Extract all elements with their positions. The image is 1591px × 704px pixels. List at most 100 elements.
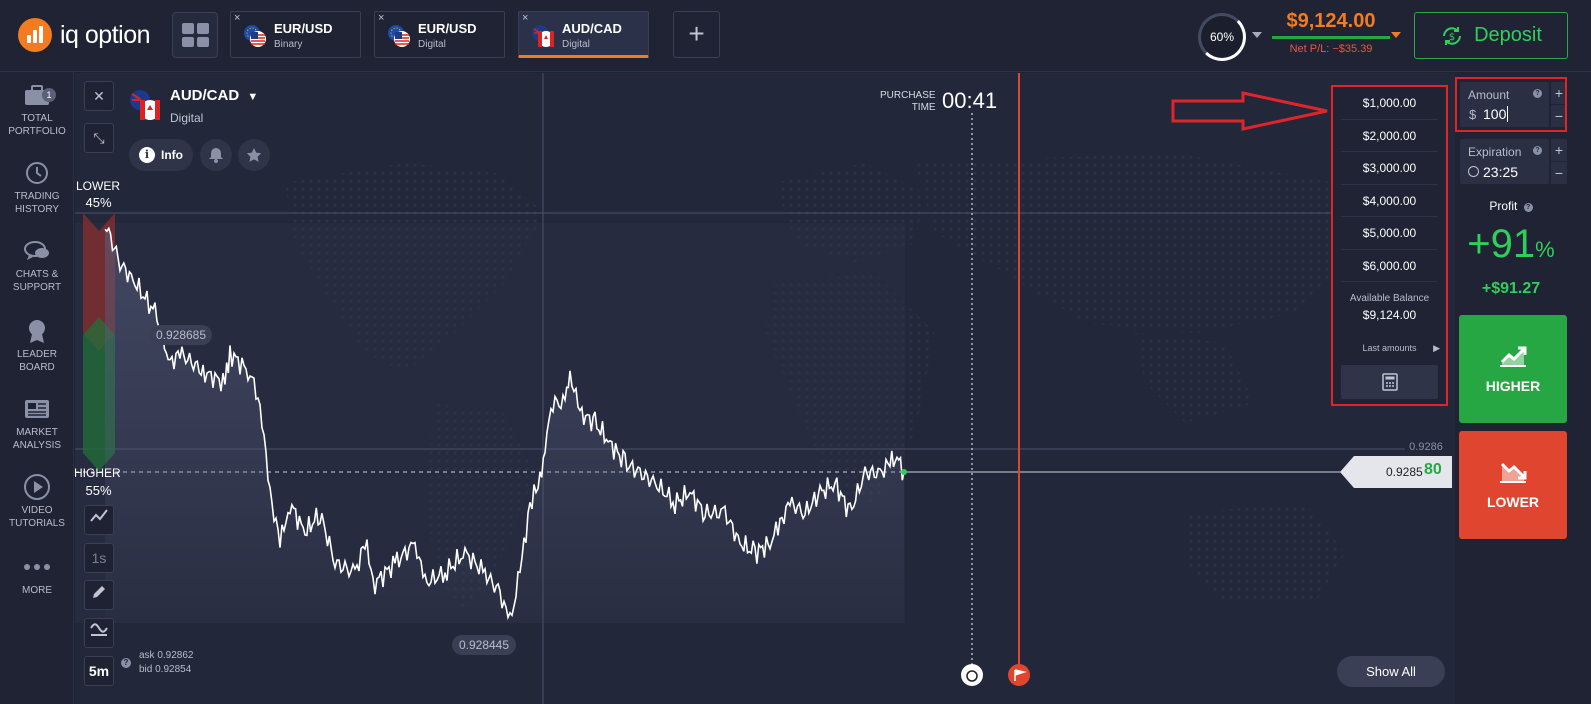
logo-icon — [18, 18, 52, 52]
stopwatch-icon[interactable] — [961, 664, 983, 686]
price-main: 0.9285 — [1386, 465, 1423, 479]
sidebar-item-leaderboard[interactable]: LEADER BOARD — [0, 316, 74, 374]
timeframe-5m[interactable]: 5m — [84, 656, 114, 686]
close-icon[interactable]: × — [378, 12, 384, 24]
logo[interactable]: iq option — [18, 18, 151, 52]
balance-widget[interactable]: $9,124.00 Net P/L: −$35.39 — [1272, 10, 1390, 55]
lower-label: LOWER — [76, 179, 121, 193]
indicators-button[interactable] — [84, 618, 114, 648]
eu-us-flag-icon — [244, 25, 266, 47]
help-icon[interactable]: ? — [121, 658, 131, 668]
chart-type-button[interactable] — [84, 505, 114, 535]
help-icon[interactable]: ? — [1533, 146, 1542, 155]
percent-indicator[interactable]: 60% — [1198, 13, 1246, 61]
dots-icon — [0, 552, 74, 582]
balance-bar — [1272, 36, 1390, 39]
available-balance: Available Balance $9,124.00 — [1333, 293, 1446, 322]
chevron-down-icon[interactable] — [1252, 32, 1262, 38]
amount-option[interactable]: $6,000.00 — [1341, 250, 1438, 282]
expiration-field[interactable]: Expiration ? 23:25 — [1460, 139, 1549, 184]
svg-text:$: $ — [1449, 32, 1455, 43]
sidebar-label: TUTORIALS — [9, 518, 65, 529]
expiration-value: 23:25 — [1483, 164, 1519, 180]
calculator-button[interactable] — [1341, 365, 1438, 399]
last-amounts-link[interactable]: Last amounts ▶ — [1333, 343, 1446, 353]
higher-label: HIGHER — [1485, 378, 1541, 394]
show-all-button[interactable]: Show All — [1337, 656, 1445, 687]
deposit-button[interactable]: $ Deposit — [1414, 12, 1568, 59]
amount-option[interactable]: $4,000.00 — [1341, 185, 1438, 217]
expiration-label: Expiration — [1468, 145, 1522, 159]
close-icon[interactable]: × — [522, 12, 528, 24]
info-icon: i — [139, 147, 155, 163]
sidebar-item-more[interactable]: MORE — [0, 552, 74, 597]
sidebar-label: CHATS & — [15, 269, 59, 280]
eu-us-flag-icon — [388, 25, 410, 47]
purchase-time-label: PURCHASE TIME — [880, 90, 936, 113]
amount-highlight — [1455, 77, 1567, 132]
info-button[interactable]: i Info — [129, 139, 193, 171]
brand-name: iq option — [60, 20, 151, 49]
newspaper-icon — [0, 394, 74, 424]
sidebar-item-portfolio[interactable]: 1 TOTAL PORTFOLIO — [0, 80, 74, 138]
history-icon — [0, 158, 74, 188]
briefcase-icon — [0, 80, 74, 110]
close-chart-button[interactable]: ✕ — [84, 81, 114, 111]
price-chart[interactable] — [75, 73, 1455, 704]
apps-grid-button[interactable] — [172, 12, 218, 58]
chevron-down-icon[interactable] — [1391, 32, 1401, 38]
chart-down-icon — [1500, 462, 1527, 483]
current-price-tag: 0.9285 80 — [1340, 456, 1452, 488]
lower-label: LOWER — [1486, 494, 1540, 510]
favorite-button[interactable] — [238, 139, 270, 171]
lower-percent: 45% — [85, 195, 112, 210]
collapse-icon[interactable]: ⤡ — [84, 123, 114, 153]
price-level-label: 0.9286 — [1409, 441, 1443, 453]
expiration-increase-button[interactable]: + — [1551, 139, 1567, 161]
deposit-label: Deposit — [1474, 24, 1542, 46]
low-price-marker: 0.928445 — [452, 635, 516, 655]
sidebar-item-history[interactable]: TRADING HISTORY — [0, 158, 74, 216]
tab-audcad-digital[interactable]: × AUD/CAD Digital — [518, 11, 649, 58]
sidebar-item-market-analysis[interactable]: MARKET ANALYSIS — [0, 394, 74, 452]
tab-type: Binary — [274, 39, 303, 50]
finish-flag-icon[interactable] — [1008, 664, 1030, 686]
sidebar-item-chats[interactable]: CHATS & SUPPORT — [0, 236, 74, 294]
available-balance-value: $9,124.00 — [1362, 308, 1417, 322]
close-icon[interactable]: × — [234, 12, 240, 24]
notification-badge: 1 — [42, 88, 56, 102]
sidebar-label: ANALYSIS — [12, 440, 62, 451]
line-chart-icon — [90, 509, 108, 522]
bid-value: bid 0.92854 — [139, 664, 192, 675]
sidebar-item-video-tutorials[interactable]: VIDEO TUTORIALS — [0, 472, 74, 530]
medal-icon — [0, 316, 74, 346]
pencil-icon — [93, 586, 105, 598]
higher-button[interactable]: HIGHER — [1459, 315, 1567, 423]
amount-option[interactable]: $5,000.00 — [1341, 217, 1438, 250]
lower-button[interactable]: LOWER — [1459, 431, 1567, 539]
amount-option[interactable]: $1,000.00 — [1341, 87, 1438, 120]
alerts-button[interactable] — [200, 139, 232, 171]
top-bar: iq option × EUR/USD Binary × EUR/USD Dig… — [0, 0, 1591, 72]
asset-type: Digital — [170, 111, 204, 125]
price-tail: 80 — [1424, 461, 1442, 478]
au-ca-flag-icon — [532, 25, 554, 47]
higher-label: HIGHER — [74, 466, 121, 480]
tab-eurusd-binary[interactable]: × EUR/USD Binary — [230, 11, 361, 58]
ask-bid: ask 0.92862 bid 0.92854 — [139, 649, 194, 677]
calculator-icon — [1381, 373, 1398, 391]
net-pl: Net P/L: −$35.39 — [1289, 43, 1373, 55]
add-tab-button[interactable]: + — [673, 11, 720, 58]
sidebar-label: BOARD — [19, 362, 55, 373]
draw-tool-button[interactable] — [84, 580, 114, 610]
help-icon[interactable]: ? — [1523, 203, 1533, 212]
tab-eurusd-digital[interactable]: × EUR/USD Digital — [374, 11, 505, 58]
sidebar-label: PORTFOLIO — [8, 126, 66, 137]
amount-option[interactable]: $3,000.00 — [1341, 152, 1438, 185]
chart-area[interactable] — [75, 73, 1455, 704]
timeframe-1s[interactable]: 1s — [84, 543, 114, 573]
sidebar-label: MARKET — [16, 427, 58, 438]
asset-selector[interactable]: AUD/CAD ▼ — [170, 87, 258, 104]
amount-option[interactable]: $2,000.00 — [1341, 120, 1438, 152]
expiration-decrease-button[interactable]: − — [1551, 162, 1567, 184]
